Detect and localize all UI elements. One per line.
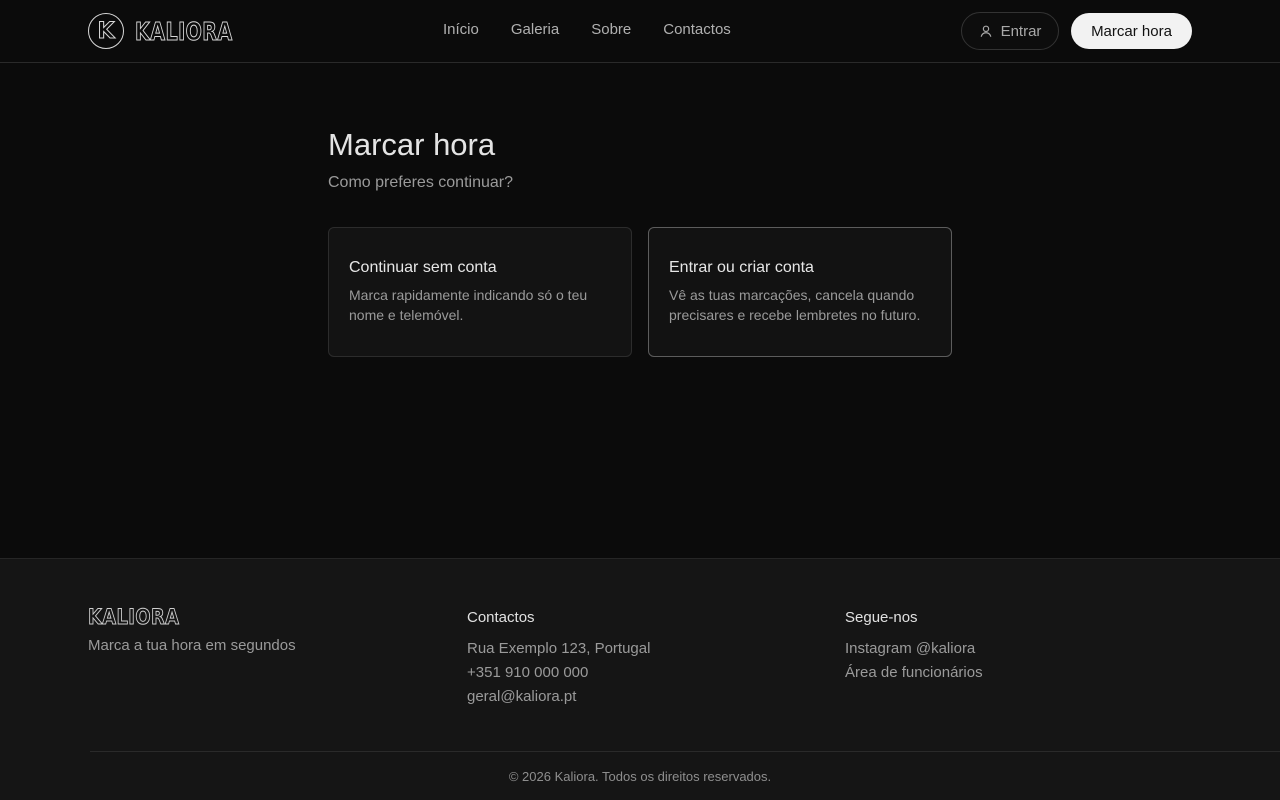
- footer-copyright: © 2026 Kaliora. Todos os direitos reserv…: [508, 769, 772, 784]
- site-footer: KALIORA Marca a tua hora em segundos Con…: [0, 558, 1280, 800]
- main-nav: Início Galeria Sobre Contactos: [443, 21, 731, 38]
- footer-tagline: Marca a tua hora em segundos: [88, 637, 296, 654]
- logo-mark: K: [88, 13, 124, 49]
- footer-email[interactable]: geral@kaliora.pt: [467, 685, 650, 709]
- continue-without-account-card[interactable]: Continuar sem conta Marca rapidamente in…: [328, 227, 632, 357]
- card-title: Entrar ou criar conta: [669, 259, 814, 276]
- site-header: K KALIORA Início Galeria Sobre Contactos…: [0, 0, 1280, 63]
- footer-social: Segue-nos Instagram @kaliora Área de fun…: [845, 609, 983, 685]
- footer-logo: KALIORA: [88, 605, 180, 630]
- login-button-label: Entrar: [1000, 22, 1042, 40]
- footer-social-title: Segue-nos: [845, 609, 918, 626]
- footer-phone[interactable]: +351 910 000 000: [467, 661, 650, 685]
- nav-link-sobre[interactable]: Sobre: [591, 21, 631, 38]
- card-description: Vê as tuas marcações, cancela quando pre…: [669, 287, 921, 323]
- logo-text: KALIORA: [135, 16, 233, 46]
- page-title: Marcar hora: [328, 127, 496, 162]
- book-appointment-button[interactable]: Marcar hora: [1071, 13, 1192, 49]
- nav-link-galeria[interactable]: Galeria: [511, 21, 559, 38]
- login-or-register-card[interactable]: Entrar ou criar conta Vê as tuas marcaçõ…: [648, 227, 952, 357]
- footer-divider: [90, 751, 1280, 752]
- footer-contacts: Contactos Rua Exemplo 123, Portugal +351…: [467, 609, 650, 709]
- card-title: Continuar sem conta: [349, 259, 497, 276]
- page-subtitle: Como preferes continuar?: [328, 174, 513, 191]
- footer-contacts-title: Contactos: [467, 609, 535, 626]
- footer-address: Rua Exemplo 123, Portugal: [467, 640, 651, 657]
- nav-link-inicio[interactable]: Início: [443, 21, 479, 38]
- login-button[interactable]: Entrar: [961, 12, 1059, 50]
- footer-staff-link[interactable]: Área de funcionários: [845, 661, 983, 685]
- user-icon: [980, 25, 991, 37]
- logo[interactable]: K KALIORA: [88, 12, 250, 50]
- footer-instagram-link[interactable]: Instagram @kaliora: [845, 637, 983, 661]
- nav-link-contactos[interactable]: Contactos: [663, 21, 731, 38]
- card-description: Marca rapidamente indicando só o teu nom…: [349, 287, 588, 323]
